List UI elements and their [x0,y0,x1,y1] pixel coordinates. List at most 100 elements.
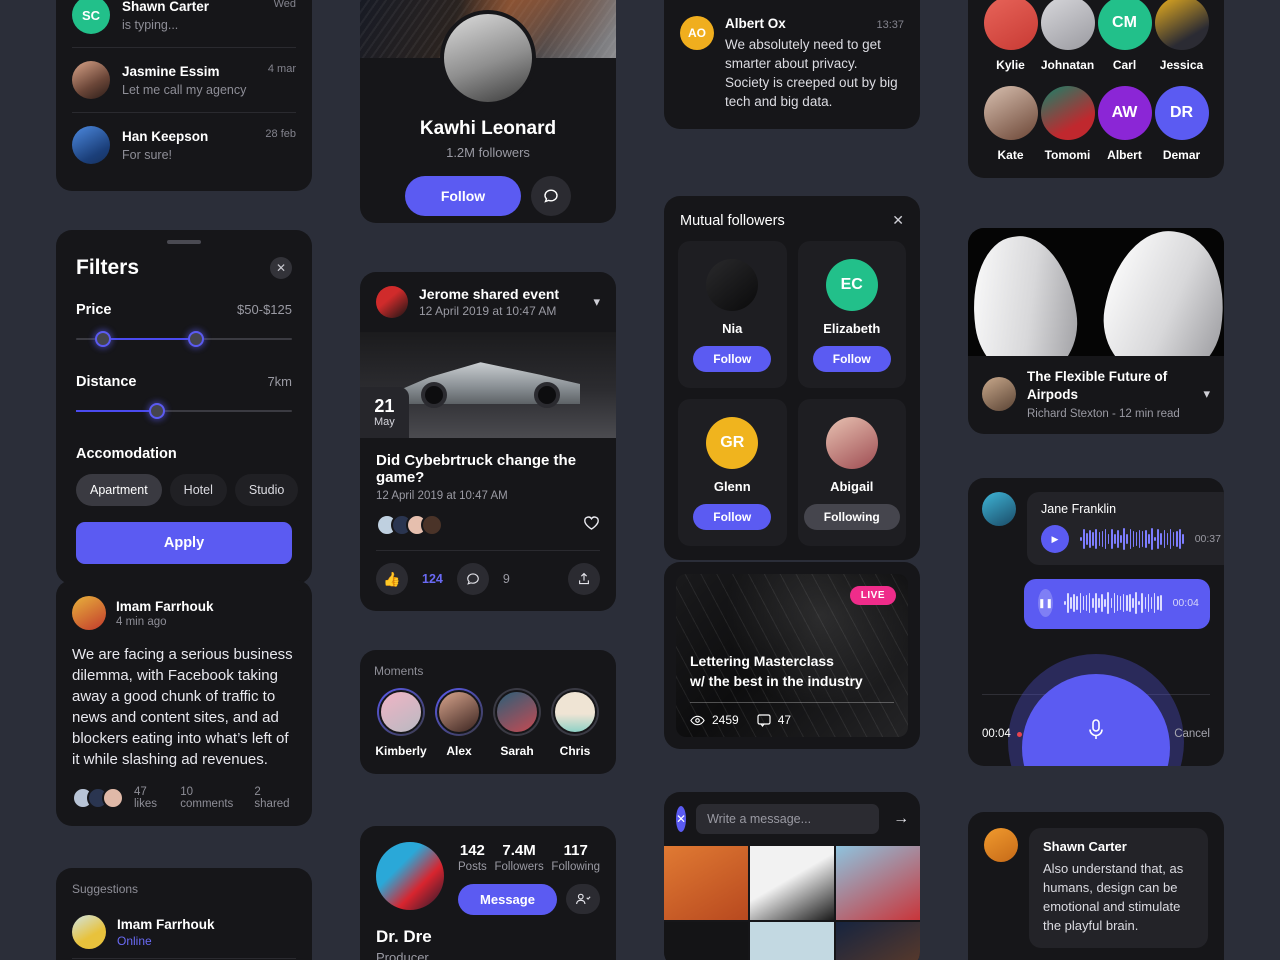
person-item[interactable]: AW Albert [1096,86,1153,162]
photo-pale-blue[interactable] [750,922,834,960]
chip-studio[interactable]: Studio [234,474,299,506]
follow-button[interactable]: Follow [693,504,772,530]
cancel-button[interactable]: Cancel [1174,728,1210,740]
moment-item[interactable]: Kimberly [374,688,428,758]
waveform[interactable] [1064,591,1162,615]
avatar [379,690,423,734]
chat-row[interactable]: SC Shawn Carter is typing... Wed [72,0,296,47]
close-icon[interactable]: ✕ [676,806,687,832]
voice-message-card: Jane Franklin ▶ 00:37 ❚❚ 00:04 00:04 Can… [968,478,1224,766]
person-item[interactable]: Jessica [1153,0,1210,72]
avatar [72,61,110,99]
waveform[interactable] [1080,527,1184,551]
photo-watch-2019[interactable] [664,922,748,960]
message-input[interactable] [696,804,880,834]
event-image: 21 May [360,332,616,438]
article-card: The Flexible Future of Airpods Richard S… [968,228,1224,434]
comment-stat: 47 [757,713,791,727]
photo-blue-face[interactable] [836,922,920,960]
accomodation-label: Accomodation [76,446,177,462]
person-item[interactable]: DR Demar [1153,86,1210,162]
drag-handle[interactable] [167,240,201,244]
close-icon[interactable]: ✕ [270,257,292,279]
people-grid-card: Kylie Johnatan CM Carl Jessica Kate Tomo… [968,0,1224,178]
live-thumbnail: LIVE Lettering Masterclass w/ the best i… [676,574,908,737]
moment-item[interactable]: Chris [548,688,602,758]
reply-author: Shawn Carter [1043,839,1127,854]
chevron-down-icon[interactable]: ▾ [593,294,600,310]
avatar [421,514,443,536]
reply-bubble: Shawn Carter Also understand that, as hu… [1029,828,1208,948]
event-headline[interactable]: Did Cybebrtruck change the game? [376,452,600,486]
moments-card: Moments Kimberly Alex Sarah Chris [360,650,616,774]
chat-row[interactable]: Han Keepson For sure! 28 feb [72,113,296,177]
chip-hotel[interactable]: Hotel [169,474,227,506]
person-name: Tomomi [1044,148,1091,162]
profile-name: Kawhi Leonard [419,118,557,139]
suggestion-item[interactable]: Imam Farrhouk Online [72,906,296,958]
avatar [1040,86,1095,140]
close-icon[interactable]: ✕ [892,212,904,229]
person-item[interactable]: Tomomi [1039,86,1096,162]
heart-icon[interactable] [583,515,600,536]
follow-button[interactable]: Follow [693,346,772,372]
follow-button[interactable]: Follow [812,346,891,372]
stats-row: 142 Posts 7.4M Followers 117 Following [458,842,600,873]
add-user-icon[interactable] [566,884,600,914]
avatar [982,377,1016,411]
avatar [825,417,878,469]
comment-row: AO Albert Ox 13:37 We absolutely need to… [680,16,904,111]
moment-item[interactable]: Sarah [490,688,544,758]
microphone-icon[interactable] [1086,718,1106,748]
message-button[interactable]: Message [458,884,557,915]
mutual-grid: Nia Follow EC Elizabeth Follow GR Glenn … [678,241,906,546]
pause-icon[interactable]: ❚❚ [1038,589,1054,617]
mutual-name: Glenn [713,479,751,494]
person-item[interactable]: Kate [982,86,1039,162]
photo-orange-portrait[interactable] [664,846,748,920]
slider-knob-min[interactable] [95,331,112,347]
person-item[interactable]: Kylie [982,0,1039,72]
price-value: $50-$125 [237,302,292,317]
avatar: AO [680,16,714,50]
price-slider[interactable] [76,328,292,350]
chat-bubble-icon[interactable] [531,176,572,216]
play-icon[interactable]: ▶ [1041,525,1069,553]
photo-blonde-red[interactable] [836,846,920,920]
like-button[interactable]: 👍 [376,563,408,595]
article-title[interactable]: The Flexible Future of Airpods [1027,368,1192,404]
live-stream-card[interactable]: LIVE Lettering Masterclass w/ the best i… [664,562,920,749]
person-name: Jessica [1159,58,1204,72]
mutual-header: Mutual followers ✕ [678,210,906,241]
event-header: Jerome shared event 12 April 2019 at 10:… [360,272,616,332]
airpod-right [1095,228,1224,356]
distance-label-row: Distance 7km [76,374,292,390]
person-item[interactable]: CM Carl [1096,0,1153,72]
follow-button[interactable]: Follow [404,176,522,216]
moment-item[interactable]: Alex [432,688,486,758]
stat-value: 7.4M [502,842,536,859]
avatar [1040,0,1095,50]
slider-knob-max[interactable] [188,331,205,347]
chip-apartment[interactable]: Apartment [76,474,162,506]
chat-time: 28 feb [265,128,296,140]
stat-followers: 7.4M Followers [494,842,543,873]
chat-row[interactable]: Jasmine Essim Let me call my agency 4 ma… [72,48,296,112]
arrow-right-icon[interactable]: → [889,810,913,828]
slider-knob[interactable] [149,403,166,419]
comment-button[interactable] [456,563,489,595]
live-title: Lettering Masterclass w/ the best in the… [690,651,863,691]
apply-button[interactable]: Apply [76,522,292,564]
comment-count[interactable]: 10 comments [180,786,244,810]
column-three: actual design work. @Steve please read t… [664,0,920,960]
chat-name: Jasmine Essim [122,63,220,79]
avatar: CM [1097,0,1152,50]
photo-bw-hair[interactable] [750,846,834,920]
chevron-down-icon[interactable]: ▾ [1203,386,1210,402]
person-item[interactable]: Johnatan [1039,0,1096,72]
share-count[interactable]: 2 shared [254,786,296,810]
distance-slider[interactable] [76,400,292,422]
following-button[interactable]: Following [803,504,900,530]
profile-actions: Message [458,884,600,915]
share-icon[interactable] [568,563,600,595]
